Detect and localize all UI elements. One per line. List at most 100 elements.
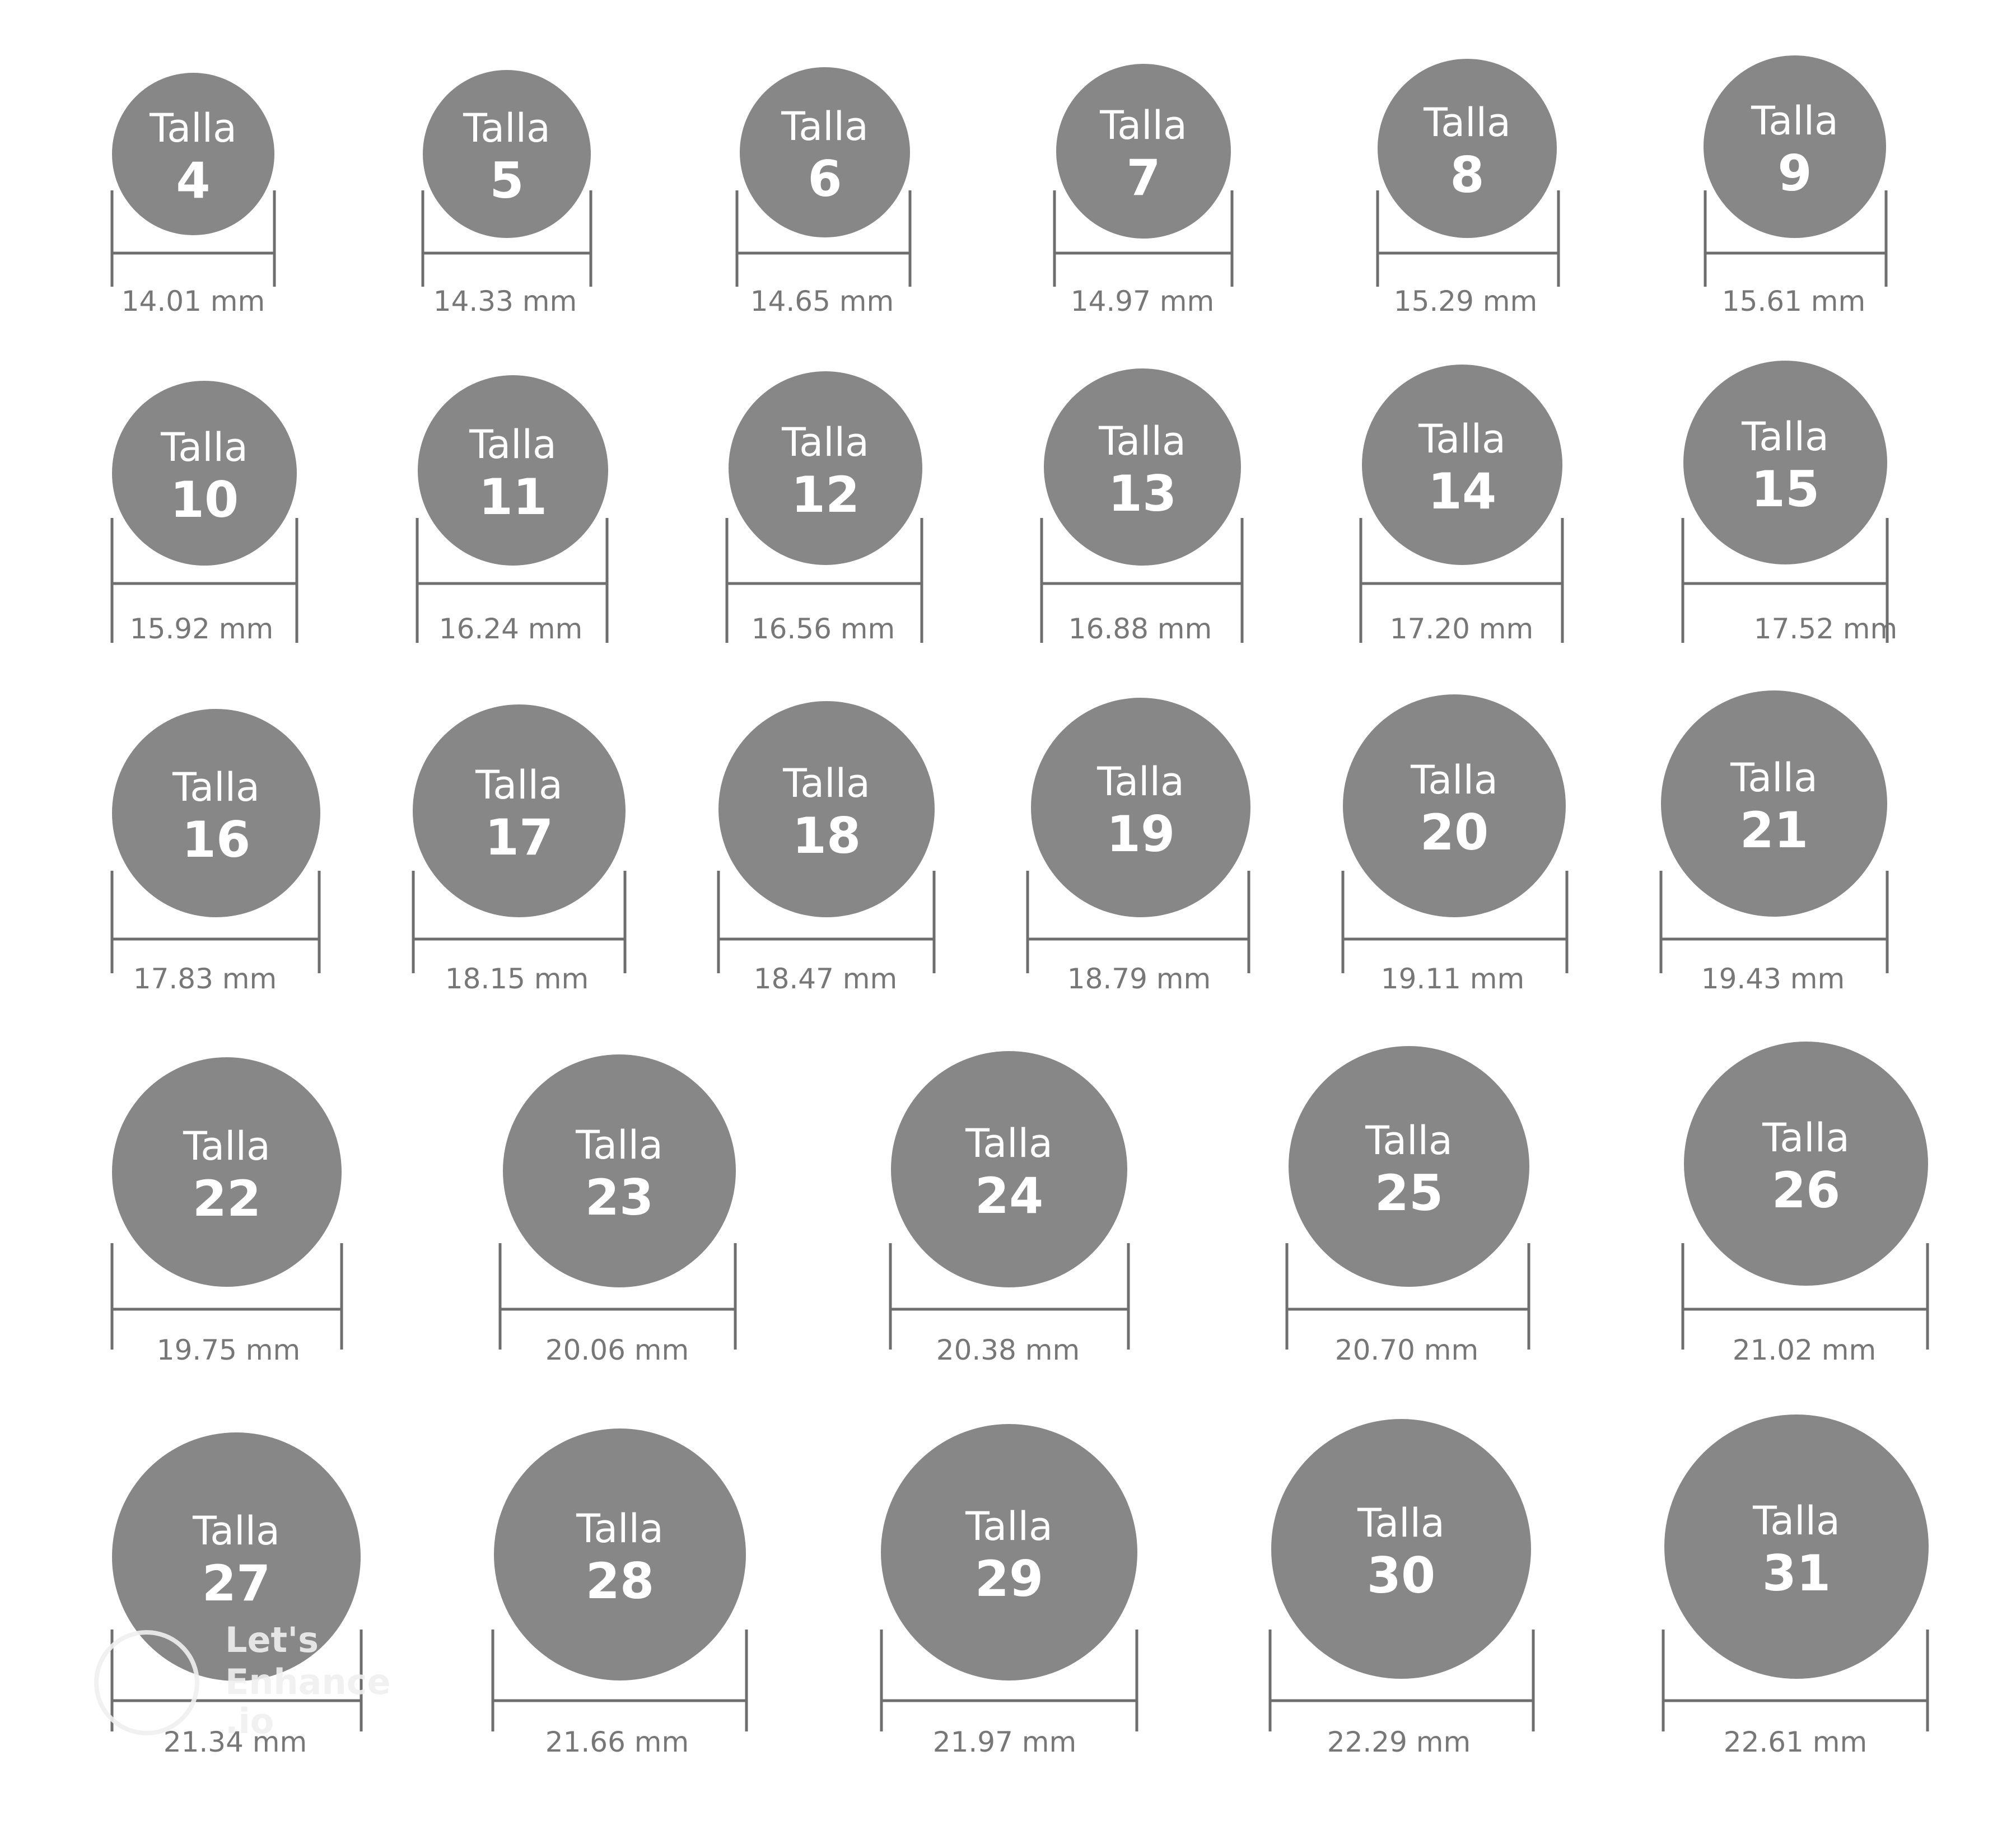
talla-label: Talla — [1099, 102, 1187, 148]
diameter-label: 16.24 mm — [439, 613, 582, 645]
ring-size-item: Talla20 19.11 mm — [1341, 694, 1569, 995]
ring-size-item: Talla30 22.29 mm — [1268, 1419, 1535, 1758]
diameter-label: 16.88 mm — [1068, 613, 1212, 645]
ring-size-item: Talla25 20.70 mm — [1285, 1046, 1530, 1366]
talla-number: 12 — [791, 466, 860, 524]
talla-number: 4 — [176, 152, 210, 209]
ring-size-item: Talla12 16.56 mm — [725, 371, 923, 645]
ring-size-item: Talla9 15.61 mm — [1704, 55, 1888, 318]
diameter-label: 15.29 mm — [1394, 285, 1537, 318]
ring-size-item: Talla8 15.29 mm — [1376, 59, 1560, 318]
talla-number: 25 — [1375, 1164, 1443, 1222]
talla-label: Talla — [965, 1504, 1053, 1549]
talla-number: 19 — [1107, 805, 1175, 863]
talla-number: 11 — [479, 468, 547, 526]
talla-label: Talla — [1752, 1498, 1840, 1544]
diameter-label: 15.61 mm — [1722, 285, 1865, 318]
diameter-label: 14.65 mm — [750, 285, 894, 318]
watermark-line-1: Let's — [225, 1619, 319, 1660]
talla-number: 31 — [1762, 1544, 1831, 1602]
talla-label: Talla — [172, 764, 260, 810]
talla-label: Talla — [1741, 414, 1829, 460]
talla-number: 18 — [792, 807, 861, 865]
diameter-label: 21.66 mm — [545, 1726, 689, 1758]
ring-size-item: Talla29 21.97 mm — [880, 1424, 1138, 1758]
ring-size-item: Talla17 18.15 mm — [412, 704, 627, 995]
talla-number: 27 — [202, 1554, 270, 1612]
diameter-label: 17.20 mm — [1390, 613, 1533, 645]
talla-number: 28 — [586, 1552, 654, 1610]
talla-label: Talla — [576, 1506, 664, 1552]
ring-size-item: Talla6 14.65 mm — [735, 67, 912, 318]
diameter-label: 20.38 mm — [936, 1334, 1080, 1366]
diameter-label: 14.33 mm — [433, 285, 577, 318]
ring-size-grid: Talla414.01 mmTalla514.33 mmTalla614.65 … — [110, 55, 1929, 1758]
talla-number: 21 — [1740, 801, 1808, 859]
ring-size-item: Talla5 14.33 mm — [421, 70, 592, 318]
diameter-label: 21.97 mm — [933, 1726, 1076, 1758]
ring-size-item: Talla23 20.06 mm — [498, 1054, 737, 1366]
talla-label: Talla — [160, 424, 248, 470]
talla-label: Talla — [1096, 759, 1184, 805]
ring-size-item: Talla14 17.20 mm — [1359, 365, 1564, 645]
talla-number: 5 — [489, 152, 524, 209]
talla-label: Talla — [1410, 757, 1498, 803]
watermark-line-2: Enhance — [225, 1661, 390, 1702]
diameter-label: 18.15 mm — [445, 963, 589, 995]
talla-label: Talla — [469, 422, 557, 468]
diameter-label: 17.52 mm — [1754, 613, 1897, 645]
talla-number: 7 — [1126, 149, 1160, 207]
talla-label: Talla — [1762, 1115, 1850, 1161]
talla-label: Talla — [475, 762, 563, 808]
diameter-label: 14.97 mm — [1071, 285, 1214, 318]
diameter-label: 16.56 mm — [752, 613, 895, 645]
talla-number: 17 — [485, 809, 553, 866]
ring-size-item: Talla10 15.92 mm — [110, 381, 298, 645]
diameter-label: 14.01 mm — [122, 285, 265, 318]
diameter-label: 19.11 mm — [1381, 963, 1524, 995]
diameter-label: 22.61 mm — [1724, 1726, 1867, 1758]
talla-number: 8 — [1450, 146, 1484, 204]
talla-number: 6 — [808, 150, 842, 208]
ring-size-item: Talla26 21.02 mm — [1681, 1042, 1929, 1366]
talla-label: Talla — [463, 105, 550, 151]
ring-size-item: Talla4 14.01 mm — [110, 73, 276, 318]
watermark-line-3: .io — [225, 1701, 274, 1742]
talla-label: Talla — [1730, 755, 1818, 801]
talla-label: Talla — [1418, 416, 1506, 462]
talla-number: 9 — [1777, 144, 1812, 202]
talla-number: 14 — [1428, 463, 1496, 520]
talla-label: Talla — [965, 1121, 1053, 1166]
talla-label: Talla — [1098, 418, 1186, 464]
talla-label: Talla — [781, 419, 869, 465]
ring-size-item: Talla11 16.24 mm — [416, 375, 609, 645]
diameter-label: 21.02 mm — [1733, 1334, 1876, 1366]
talla-label: Talla — [1751, 98, 1838, 144]
talla-number: 20 — [1420, 804, 1488, 861]
ring-size-item: Talla28 21.66 mm — [491, 1428, 748, 1758]
talla-number: 26 — [1772, 1161, 1840, 1219]
talla-number: 29 — [975, 1550, 1043, 1608]
talla-label: Talla — [782, 760, 870, 806]
talla-label: Talla — [1365, 1118, 1453, 1164]
ring-size-item: Talla24 20.38 mm — [889, 1051, 1130, 1366]
talla-number: 16 — [182, 811, 250, 869]
ring-size-item: Talla18 18.47 mm — [717, 701, 936, 995]
watermark: Let's Enhance .io — [94, 1619, 390, 1742]
diameter-label: 17.83 mm — [133, 963, 277, 995]
talla-number: 13 — [1108, 465, 1177, 522]
talla-label: Talla — [192, 1508, 280, 1554]
ring-size-item: Talla15 17.52 mm — [1681, 361, 1897, 645]
talla-number: 15 — [1751, 460, 1819, 518]
ring-size-item: Talla16 17.83 mm — [110, 709, 321, 995]
talla-label: Talla — [1357, 1500, 1445, 1546]
ring-size-item: Talla31 22.61 mm — [1662, 1414, 1929, 1758]
diameter-label: 20.70 mm — [1335, 1334, 1478, 1366]
ring-size-item: Talla13 16.88 mm — [1040, 368, 1244, 645]
diameter-label: 18.47 mm — [754, 963, 897, 995]
talla-number: 24 — [975, 1167, 1043, 1225]
diameter-label: 22.29 mm — [1327, 1726, 1471, 1758]
diameter-label: 20.06 mm — [545, 1334, 689, 1366]
talla-number: 30 — [1367, 1547, 1435, 1604]
talla-number: 22 — [193, 1170, 261, 1227]
